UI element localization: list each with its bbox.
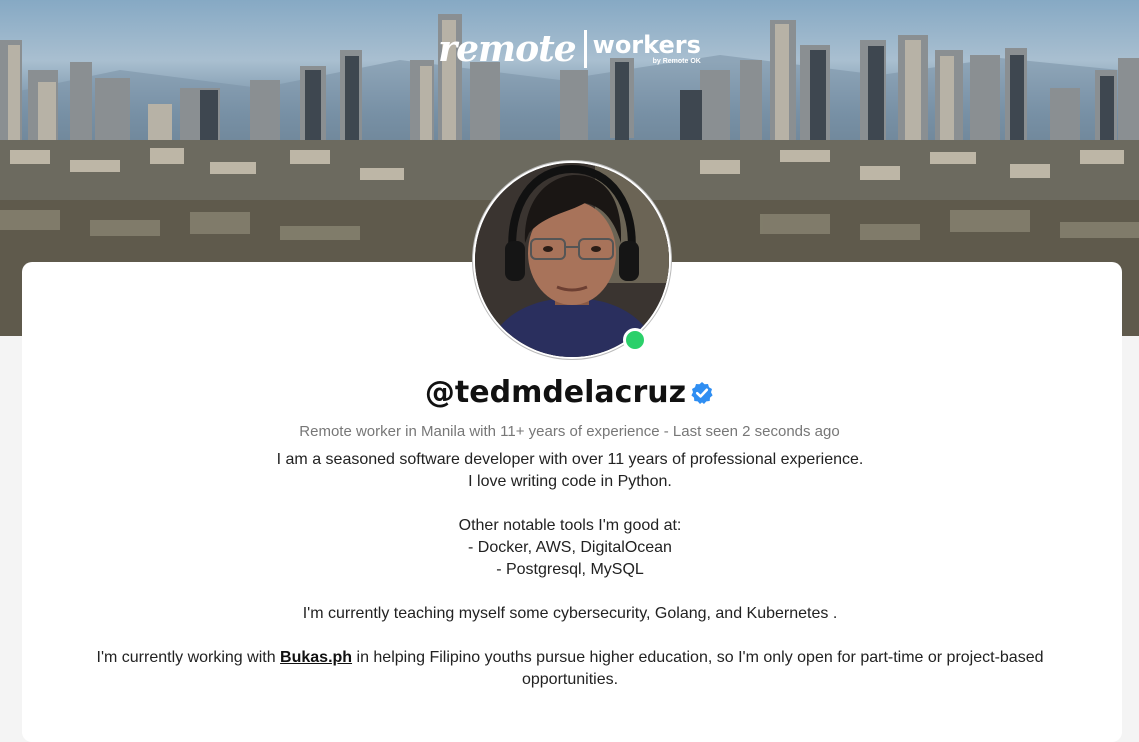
logo-right: workers by Remote OK: [593, 33, 701, 65]
bukas-link[interactable]: Bukas.ph: [280, 649, 352, 666]
online-status-dot: [623, 328, 647, 352]
username-row: @tedmdelacruz: [0, 375, 1139, 410]
bio-line: - Postgresql, MySQL: [496, 561, 644, 578]
bio-line-with-link: I'm currently working with Bukas.ph in h…: [60, 647, 1080, 691]
bio-line: Other notable tools I'm good at:: [458, 517, 682, 534]
profile-subtitle: Remote worker in Manila with 11+ years o…: [299, 423, 840, 440]
logo-divider: [583, 30, 587, 68]
logo-by-text: by Remote OK: [652, 58, 701, 65]
bio-text: in helping Filipino youths pursue higher…: [352, 649, 1044, 688]
bio-line: I love writing code in Python.: [468, 473, 672, 490]
avatar-photo: [475, 163, 669, 357]
verified-badge-icon: [691, 381, 713, 404]
logo-remote-text: remote: [438, 28, 577, 70]
avatar-container: [473, 161, 671, 359]
logo-workers-text: workers: [592, 31, 701, 59]
bio-text: I'm currently working with: [96, 649, 281, 666]
profile-bio: I am a seasoned software developer with …: [60, 449, 1080, 691]
brand-logo[interactable]: remote workers by Remote OK: [0, 28, 1139, 70]
bio-line: I am a seasoned software developer with …: [276, 451, 864, 468]
username: @tedmdelacruz: [424, 375, 687, 410]
bio-line: - Docker, AWS, DigitalOcean: [468, 539, 672, 556]
bio-line: I'm currently teaching myself some cyber…: [302, 605, 838, 622]
